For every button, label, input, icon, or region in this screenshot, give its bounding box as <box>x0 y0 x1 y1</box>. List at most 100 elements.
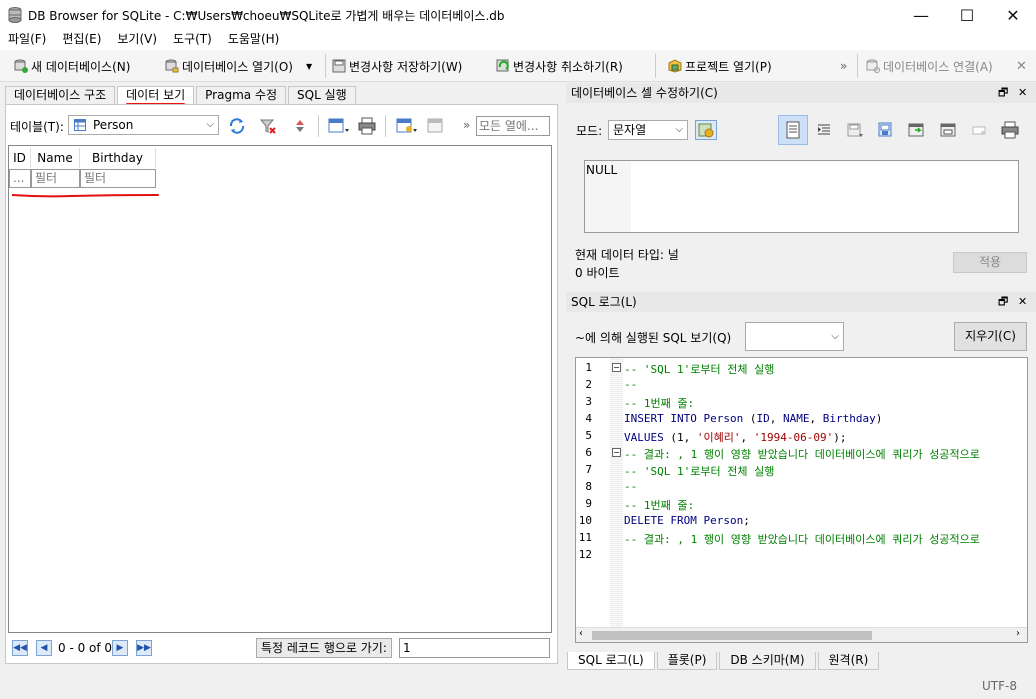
filter-birthday-input[interactable]: 필터 <box>80 169 156 188</box>
menu-edit[interactable]: 편집(E) <box>54 30 109 50</box>
line-number: 12 <box>578 548 592 561</box>
new-record-icon <box>396 118 417 133</box>
revert-icon <box>496 59 509 72</box>
column-header-name[interactable]: Name <box>31 148 80 168</box>
attach-database-label: 데이터베이스 연결(A) <box>883 59 993 74</box>
open-project-label: 프로젝트 열기(P) <box>685 59 772 74</box>
sort-order-button[interactable] <box>291 117 309 135</box>
data-grid[interactable]: ID Name Birthday ... 필터 필터 <box>8 145 552 633</box>
code-token: -- 1번째 줄: <box>624 397 695 410</box>
horizontal-scrollbar[interactable]: ‹ › <box>576 627 1027 642</box>
code-token: ID <box>756 412 770 425</box>
toolbar-overflow-button[interactable]: » <box>840 54 847 78</box>
table-select[interactable]: Person ⌵ <box>68 115 219 135</box>
next-record-button[interactable]: ▶ <box>112 640 128 656</box>
cell-editor-textarea[interactable]: NULL <box>584 160 1019 233</box>
goto-record-input[interactable]: 1 <box>399 638 550 658</box>
word-wrap-toggle[interactable] <box>778 115 808 145</box>
tab-plot[interactable]: 플롯(P) <box>656 652 718 670</box>
menu-help[interactable]: 도움말(H) <box>220 30 288 50</box>
save-changes-button[interactable]: 변경사항 저장하기(W) <box>332 54 462 78</box>
float-dock-icon[interactable]: 🗗 <box>998 292 1008 312</box>
filter-id-input[interactable]: ... <box>9 169 31 188</box>
tab-edit-pragmas[interactable]: Pragma 수정 <box>196 86 287 104</box>
mode-select[interactable]: 문자열 ⌵ <box>608 120 688 140</box>
save-changes-label: 변경사항 저장하기(W) <box>349 59 463 74</box>
clear-filters-button[interactable] <box>259 117 277 135</box>
previous-record-button[interactable]: ◀ <box>36 640 52 656</box>
menu-file[interactable]: 파일(F) <box>0 30 54 50</box>
attach-database-button[interactable]: 데이터베이스 연결(A) <box>866 54 993 78</box>
open-project-button[interactable]: 프로젝트 열기(P) <box>668 54 772 78</box>
menu-tools[interactable]: 도구(T) <box>165 30 220 50</box>
close-database-button[interactable]: ✕ <box>1016 54 1027 78</box>
chevron-down-icon: ⌵ <box>831 331 839 342</box>
tab-database-structure[interactable]: 데이터베이스 구조 <box>5 86 116 104</box>
menu-view[interactable]: 보기(V) <box>109 30 165 50</box>
close-dock-icon[interactable]: ✕ <box>1018 83 1027 103</box>
save-table-button[interactable] <box>328 117 350 135</box>
maximize-button[interactable]: ☐ <box>944 0 990 30</box>
indent-icon[interactable] <box>816 122 832 138</box>
code-token: -- 'SQL 1'로부터 전체 실행 <box>624 363 775 376</box>
browse-toolbar-overflow[interactable]: » <box>463 118 470 132</box>
set-null-icon[interactable] <box>970 121 988 139</box>
printer-icon[interactable] <box>1001 121 1019 139</box>
open-database-button[interactable]: 데이터베이스 열기(O) ▼ <box>165 54 312 78</box>
delete-record-button[interactable] <box>427 117 445 135</box>
new-database-button[interactable]: 새 데이터베이스(N) <box>14 54 130 78</box>
fold-toggle-icon[interactable]: − <box>612 363 621 372</box>
tab-remote[interactable]: 원격(R) <box>817 652 880 670</box>
table-label: 테이블(T): <box>10 120 64 134</box>
auto-switch-mode-button[interactable] <box>695 120 717 140</box>
float-dock-icon[interactable]: 🗗 <box>998 83 1008 103</box>
line-number: 10 <box>578 514 592 527</box>
scroll-right-icon[interactable]: › <box>1016 628 1020 639</box>
tab-execute-sql[interactable]: SQL 실행 <box>288 86 356 104</box>
revert-changes-button[interactable]: 변경사항 취소하기(R) <box>496 54 623 78</box>
sql-log-source-select[interactable]: ⌵ <box>745 322 844 351</box>
export-file-icon[interactable] <box>939 121 957 139</box>
tab-db-schema[interactable]: DB 스키마(M) <box>719 652 816 670</box>
code-line: DELETE FROM Person; <box>624 514 750 527</box>
fold-toggle-icon[interactable]: − <box>612 448 621 457</box>
export-icon[interactable] <box>877 121 895 139</box>
goto-record-button[interactable]: 특정 레코드 행으로 가기: <box>256 638 392 658</box>
refresh-button[interactable] <box>228 117 246 135</box>
tab-sql-log[interactable]: SQL 로그(L) <box>567 652 655 670</box>
code-token: VALUES <box>624 431 671 444</box>
insert-record-button[interactable] <box>396 117 418 135</box>
cell-size-label: 0 바이트 <box>575 266 620 280</box>
code-token: -- 1번째 줄: <box>624 499 695 512</box>
sort-icon <box>296 120 304 132</box>
first-record-button[interactable]: ◀◀ <box>12 640 28 656</box>
tab-browse-data[interactable]: 데이터 보기 <box>117 86 195 105</box>
scrollbar-thumb[interactable] <box>592 631 872 640</box>
filter-name-input[interactable]: 필터 <box>31 169 80 188</box>
scroll-left-icon[interactable]: ‹ <box>579 628 583 639</box>
line-numbers: 1 2 3 4 5 6 7 8 9 10 11 12 <box>576 358 608 628</box>
tab-browse-data-label: 데이터 보기 <box>126 88 186 102</box>
filter-all-columns-input[interactable] <box>476 116 550 136</box>
import-icon[interactable] <box>846 121 864 139</box>
code-token: -- 결과: , 1 행이 영향 받았습니다 데이터베이스에 쿼리가 성공적으로 <box>624 448 980 461</box>
window-title: DB Browser for SQLite - C:₩Users₩choeu₩S… <box>28 9 505 23</box>
sql-log-editor[interactable]: 1 2 3 4 5 6 7 8 9 10 11 12 − − -- 'SQL 1'로부터 전체 실행 -… <box>575 357 1028 643</box>
record-count-label: 0 - 0 of 0 <box>58 641 113 655</box>
code-token: -- 결과: , 1 행이 영향 받았습니다 데이터베이스에 쿼리가 성공적으로 <box>624 533 980 546</box>
close-window-button[interactable]: ✕ <box>990 0 1036 30</box>
print-button[interactable] <box>358 117 376 135</box>
clear-log-button[interactable]: 지우기(C) <box>954 322 1027 351</box>
encoding-status: UTF-8 <box>982 679 1017 693</box>
refresh-icon <box>229 118 245 134</box>
last-record-button[interactable]: ▶▶ <box>136 640 152 656</box>
apply-button[interactable]: 적용 <box>953 252 1027 273</box>
line-number: 6 <box>585 446 592 459</box>
line-number: 11 <box>578 531 592 544</box>
close-dock-icon[interactable]: ✕ <box>1018 292 1027 312</box>
column-header-birthday[interactable]: Birthday <box>80 148 156 168</box>
column-header-id[interactable]: ID <box>9 148 31 168</box>
minimize-button[interactable]: — <box>898 0 944 30</box>
import-file-icon[interactable] <box>907 121 925 139</box>
dropdown-arrow-icon[interactable]: ▼ <box>306 62 312 71</box>
